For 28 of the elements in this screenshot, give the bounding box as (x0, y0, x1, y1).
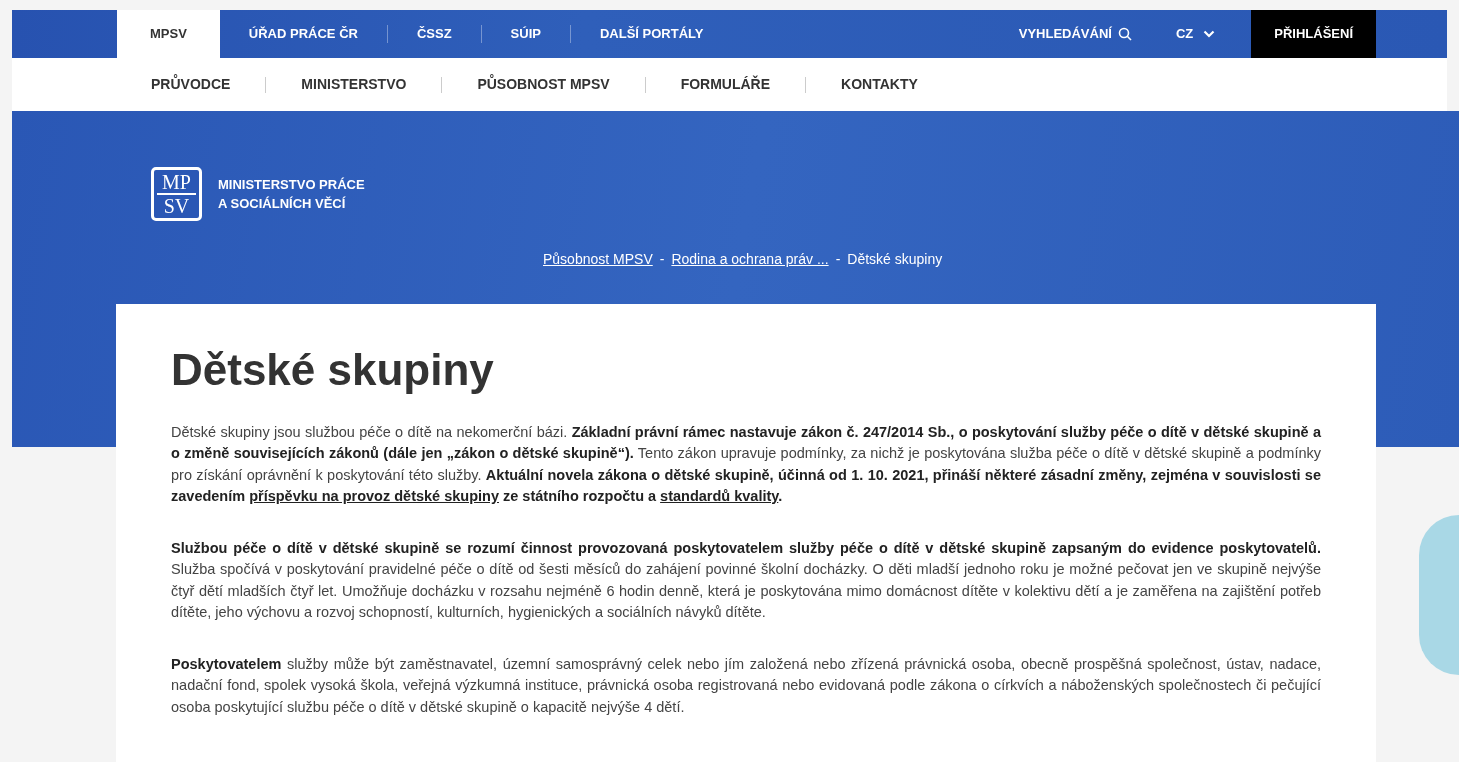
main-nav-link[interactable]: MINISTERSTVO (266, 74, 442, 95)
paragraph: Dětské skupiny jsou službou péče o dítě na nekomerční bázi. Základní právní rámec nastavuje zákon č. 247/2014 Sb., o poskytování služby péče o dítě v dětské skupině a o změně souvisejících zákonů (dále jen „zákon o dětské skupině“). Tento zákon upravuje podmínky, za nichž je poskytována služba péče o dítě v dětské skupině a podmínky pro získání oprávnění k poskytování této služby. Aktuální novela zákona o dětské skupině, účinná od 1. 10. 2021, přináší některé zásadní změny, zejména v souvislosti se zavedením příspěvku na provoz dětské skupiny ze státního rozpočtu a standardů kvality. (171, 422, 1321, 507)
breadcrumb-link[interactable]: Rodina a ochrana práv ... (671, 249, 829, 270)
main-nav-link[interactable]: PŮSOBNOST MPSV (442, 74, 645, 95)
main-nav-link[interactable]: FORMULÁŘE (645, 74, 806, 95)
login-button[interactable]: PŘIHLÁŠENÍ (1251, 10, 1376, 58)
inline-link[interactable]: příspěvku na provoz dětské skupiny (249, 488, 499, 505)
language-dropdown[interactable]: CZ (1161, 10, 1252, 58)
search-icon (1117, 27, 1132, 41)
ministry-name[interactable]: MINISTERSTVO PRÁCE A SOCIÁLNÍCH VĚCÍ (218, 175, 365, 213)
portal-tab[interactable]: DALŠÍ PORTÁLY (570, 10, 733, 58)
inline-link[interactable]: standardů kvality (660, 488, 779, 505)
breadcrumb-separator: - (835, 250, 841, 269)
logo-mark[interactable]: MP SV (151, 167, 202, 221)
search-button[interactable]: VYHLEDÁVÁNÍ (988, 10, 1162, 58)
main-nav-link[interactable]: KONTAKTY (806, 74, 953, 95)
portal-tab[interactable]: ÚŘAD PRÁCE ČR (219, 10, 387, 58)
chevron-down-icon (1203, 30, 1216, 38)
portal-tab[interactable]: SÚIP (481, 10, 570, 58)
breadcrumb-current: Dětské skupiny (847, 250, 943, 269)
breadcrumb-separator: - (659, 250, 665, 269)
main-nav-link[interactable]: PRŮVODCE (151, 74, 266, 95)
portal-tab[interactable]: MPSV (117, 10, 220, 58)
breadcrumb-link[interactable]: Působnost MPSV (543, 249, 653, 270)
page-title: Dětské skupiny (171, 344, 495, 396)
portal-tab[interactable]: ČSSZ (387, 10, 481, 58)
paragraph: Poskytovatelem služby může být zaměstnavatel, územní samosprávný celek nebo jím založená nebo zřízená právnická osoba, obecně prospěšná společnost, ústav, nadace, nadační fond, spolek vysoká škola, veřejná výzkumná instituce, právnická osoba registrovaná nebo evidovaná podle zákona o církvích a náboženských společnostech či pečující osoba poskytující službu péče o dítě v dětské skupině o kapacitě nejvýše 4 dětí. (171, 654, 1321, 717)
paragraph: Službou péče o dítě v dětské skupině se rozumí činnost provozovaná poskytovatelem služby péče o dítě v dětské skupině zapsaným do evidence poskytovatelů. Služba spočívá v poskytování pravidelné péče o dítě od šesti měsíců do zahájení povinné školní docházky. O děti mladší jednoho roku je možné pečovat jen ve skupině nejvýše čtyř dětí mladších čtyř let. Umožňuje docházku v rozsahu nejméně 6 hodin denně, která je poskytována mimo domácnost dítěte v kolektivu dětí a je zaměřena na zajištění potřeb dítěte, jeho výchovu a rozvoj schopností, kulturních, hygienických a sociálních návyků dítěte. (171, 538, 1321, 623)
